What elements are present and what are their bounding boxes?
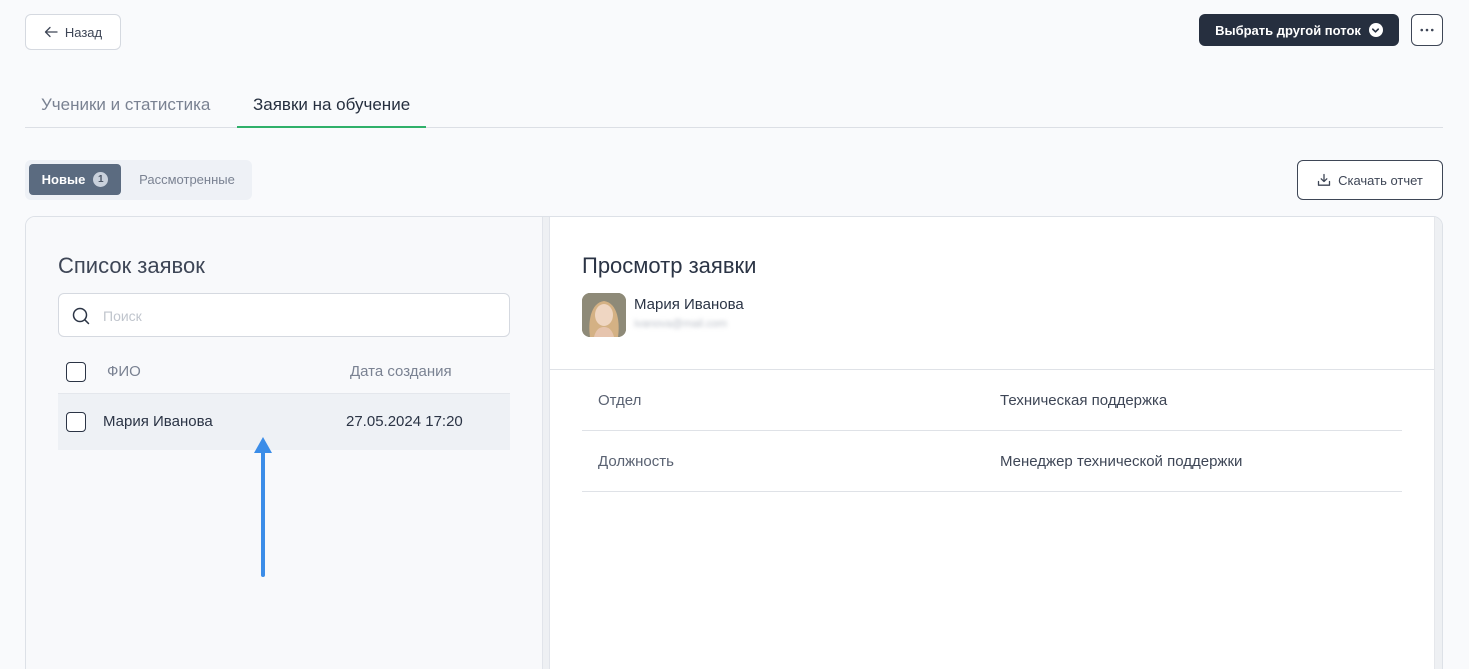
field-divider: [582, 430, 1402, 431]
field-divider: [582, 491, 1402, 492]
applicant-name: Мария Иванова: [634, 296, 744, 313]
chevron-down-icon: [1368, 23, 1383, 37]
status-filter: Новые 1 Рассмотренные: [25, 160, 252, 200]
search-box: [58, 293, 510, 337]
back-button[interactable]: Назад: [25, 14, 121, 50]
filter-new-label: Новые: [41, 172, 86, 187]
scrollbar[interactable]: [1434, 217, 1442, 669]
field-value-department: Техническая поддержка: [1000, 392, 1168, 409]
filter-new-button[interactable]: Новые 1: [29, 164, 121, 195]
pane-divider[interactable]: [542, 217, 550, 669]
table-row[interactable]: Мария Иванова 27.05.2024 17:20: [58, 394, 510, 450]
row-date: 27.05.2024 17:20: [346, 413, 463, 430]
download-report-label: Скачать отчет: [1338, 172, 1423, 188]
row-checkbox[interactable]: [66, 412, 86, 432]
annotation-arrow-icon: [254, 437, 272, 577]
field-label-position: Должность: [598, 453, 674, 470]
choose-flow-label: Выбрать другой поток: [1215, 22, 1361, 38]
filter-reviewed-button[interactable]: Рассмотренные: [125, 164, 249, 195]
view-title: Просмотр заявки: [582, 253, 757, 278]
back-button-label: Назад: [64, 24, 103, 40]
field-value-position: Менеджер технической поддержки: [1000, 453, 1243, 470]
tab-training-requests[interactable]: Заявки на обучение: [237, 86, 427, 128]
requests-list-pane: Список заявок ФИО Дата создания Мария Ив…: [26, 217, 542, 669]
ellipsis-icon: [1420, 28, 1434, 32]
arrow-left-icon: [44, 26, 58, 38]
column-header-date: Дата создания: [350, 363, 452, 380]
select-all-checkbox[interactable]: [66, 362, 86, 382]
new-count-badge: 1: [93, 172, 109, 187]
download-report-button[interactable]: Скачать отчет: [1297, 160, 1443, 200]
avatar: [582, 293, 626, 337]
choose-flow-button[interactable]: Выбрать другой поток: [1199, 14, 1399, 46]
requests-panel: Список заявок ФИО Дата создания Мария Ив…: [25, 216, 1443, 669]
download-icon: [1317, 173, 1331, 186]
applicant-email: ivanova@mail.com: [634, 318, 728, 330]
search-input[interactable]: [103, 304, 493, 328]
more-options-button[interactable]: [1411, 14, 1443, 46]
field-label-department: Отдел: [598, 392, 642, 409]
main-tabs: Ученики и статистика Заявки на обучение: [25, 86, 1443, 128]
search-icon: [72, 307, 90, 325]
column-header-name: ФИО: [107, 363, 141, 380]
tab-students-stats[interactable]: Ученики и статистика: [25, 86, 226, 128]
row-name: Мария Иванова: [103, 413, 213, 430]
list-title: Список заявок: [58, 253, 205, 278]
profile-divider: [550, 369, 1436, 370]
